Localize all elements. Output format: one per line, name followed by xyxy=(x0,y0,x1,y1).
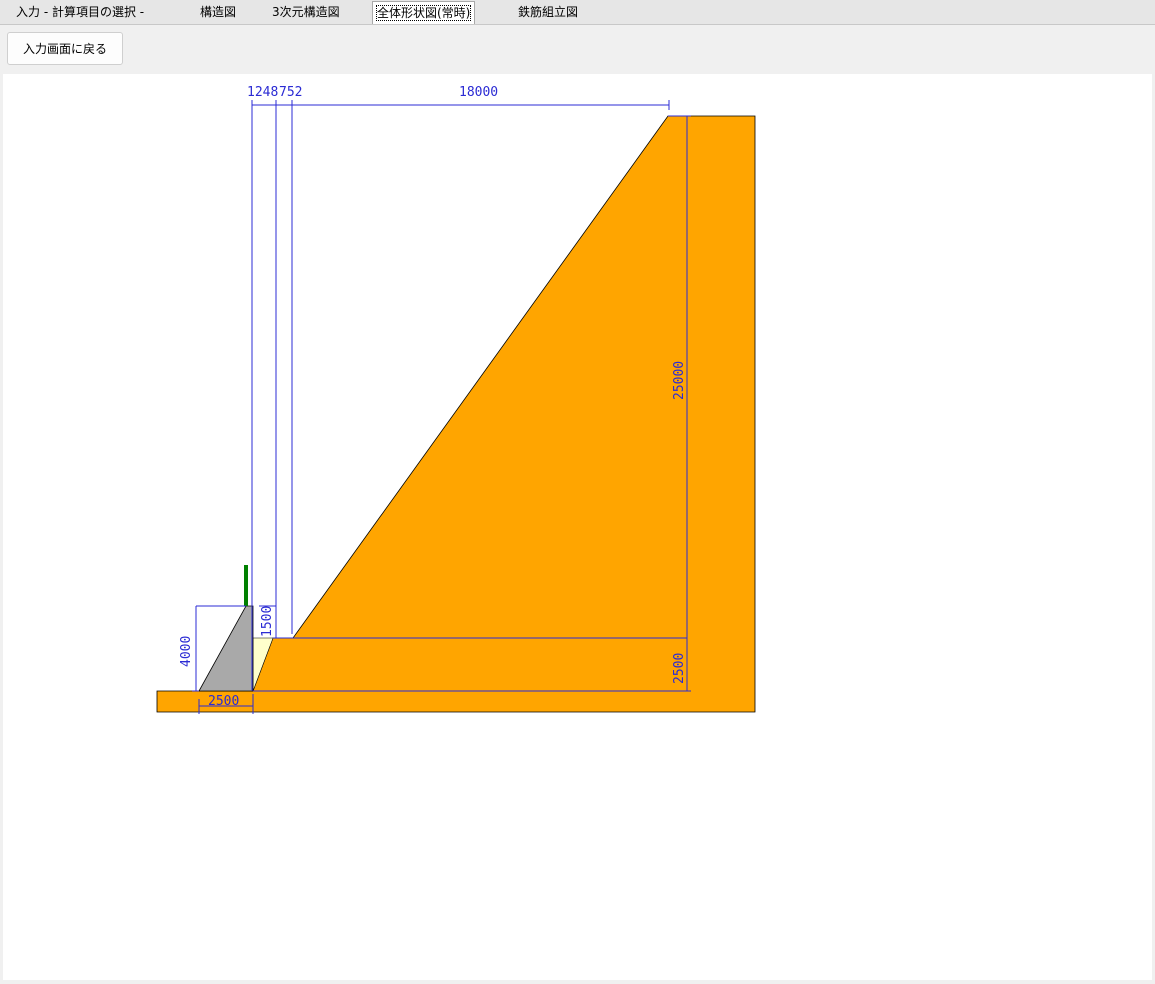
dim-top-a: 1248 xyxy=(247,85,278,100)
dim-top-b: 752 xyxy=(279,85,302,100)
tab-label: 構造図 xyxy=(200,5,237,19)
dim-top-width: 18000 xyxy=(459,85,498,100)
tab-label: 鉄筋組立図 xyxy=(518,5,579,19)
dim-bottom-width: 2500 xyxy=(208,694,239,709)
dim-wall-height: 4000 xyxy=(179,636,194,667)
retaining-wall xyxy=(198,605,254,692)
tab-3d-structure[interactable]: 3次元構造図 xyxy=(268,2,344,22)
tab-label: 入力 - 計算項目の選択 - xyxy=(16,5,145,19)
tab-overall-shape[interactable]: 全体形状図(常時) xyxy=(372,1,476,24)
tab-label: 3次元構造図 xyxy=(272,5,340,19)
tab-rebar-assembly[interactable]: 鉄筋組立図 xyxy=(514,2,582,22)
back-to-input-button[interactable]: 入力画面に戻る xyxy=(7,32,123,65)
guard-post xyxy=(244,565,248,606)
tab-structure[interactable]: 構造図 xyxy=(196,2,240,22)
drawing-canvas: 1248 752 18000 25000 2500 4000 2500 1500 xyxy=(3,74,1152,980)
tab-bar: 入力 - 計算項目の選択 - 構造図 3次元構造図 全体形状図(常時) 鉄筋組立… xyxy=(0,0,1155,25)
dim-right-height: 25000 xyxy=(672,361,687,400)
tab-input-select[interactable]: 入力 - 計算項目の選択 - xyxy=(12,2,148,22)
dim-right-base: 2500 xyxy=(672,653,687,684)
dim-step-height: 1500 xyxy=(260,606,275,637)
overall-shape-drawing: 1248 752 18000 25000 2500 4000 2500 1500 xyxy=(156,85,756,714)
tab-label: 全体形状図(常時) xyxy=(375,5,472,21)
toolbar: 入力画面に戻る xyxy=(0,25,1155,74)
